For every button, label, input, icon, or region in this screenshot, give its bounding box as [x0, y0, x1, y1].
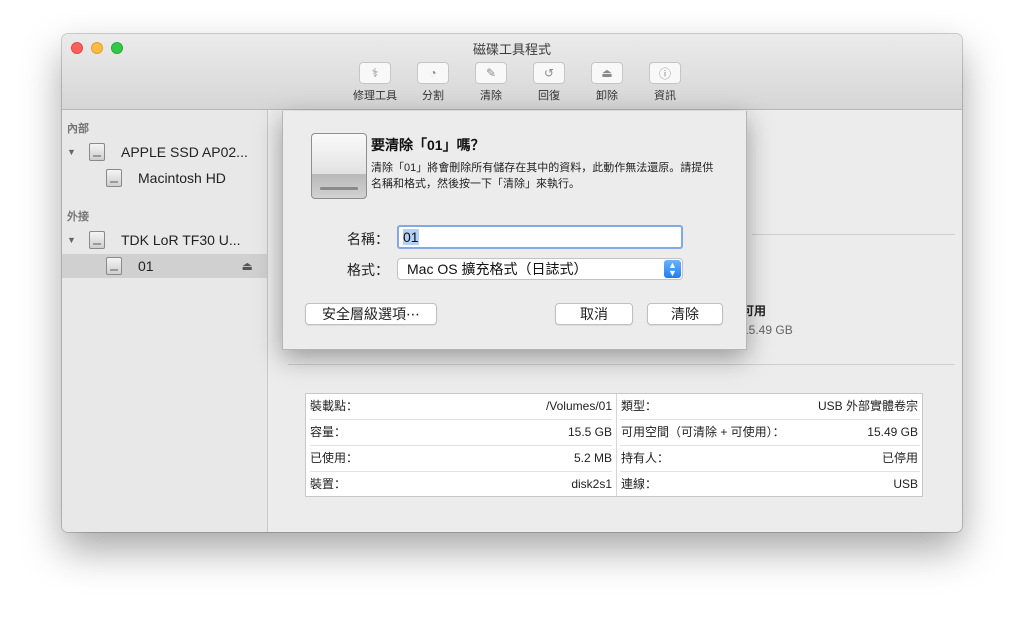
disclosure-triangle-icon[interactable]: ▼ — [67, 235, 76, 245]
info-key: 持有人： — [621, 451, 670, 465]
name-field[interactable]: 01 — [397, 225, 683, 249]
info-value: 已停用 — [881, 451, 918, 465]
info-row-used: 已使用： 5.2 MB — [306, 446, 616, 471]
sidebar-item-macintosh-hd[interactable]: Macintosh HD — [62, 166, 267, 190]
toolbar-info-label: 資訊 — [654, 90, 676, 102]
sidebar-item-label: Macintosh HD — [138, 170, 226, 186]
eject-icon[interactable]: ⏏ — [242, 259, 253, 273]
toolbar-erase-label: 清除 — [480, 90, 502, 102]
info-row-type: 類型： USB 外部實體卷宗 — [617, 394, 922, 419]
info-row-available-space: 可用空間（可清除 + 可使用）： 15.49 GB — [617, 420, 922, 445]
name-field-value: 01 — [403, 229, 419, 245]
select-arrows-icon: ▲ ▼ — [664, 260, 681, 278]
erase-icon: ✎ — [475, 62, 507, 84]
restore-icon: ↺ — [533, 62, 565, 84]
sidebar-item-label: 01 — [138, 258, 154, 274]
dialog-title: 要清除「01」嗎？ — [371, 137, 485, 153]
disclosure-triangle-icon[interactable]: ▼ — [67, 147, 76, 157]
toolbar-first-aid-button[interactable]: ⚕ 修理工具 — [346, 62, 404, 103]
name-label: 名稱： — [347, 231, 389, 247]
toolbar-unmount-button[interactable]: ⏏ 卸除 — [578, 62, 636, 103]
info-value: USB — [893, 477, 918, 491]
info-key: 容量： — [310, 425, 347, 439]
info-value: /Volumes/01 — [545, 399, 612, 413]
toolbar-restore-label: 回復 — [538, 90, 560, 102]
security-options-button[interactable]: 安全層級選項⋯ — [305, 303, 437, 325]
info-row-device: 裝置： disk2s1 — [306, 472, 616, 497]
partition-icon: ◔ — [417, 62, 449, 84]
info-value: 5.2 MB — [573, 451, 612, 465]
stethoscope-icon: ⚕ — [359, 62, 391, 84]
unmount-icon: ⏏ — [591, 62, 623, 84]
sidebar-section-external: 外接 — [67, 211, 89, 223]
toolbar-erase-button[interactable]: ✎ 清除 — [462, 62, 520, 103]
info-row-connection: 連線： USB — [617, 472, 922, 497]
dialog-message: 清除「01」將會刪除所有儲存在其中的資料，此動作無法還原。請提供名稱和格式，然後… — [371, 162, 714, 190]
cancel-button[interactable]: 取消 — [555, 303, 633, 325]
sidebar-item-label: APPLE SSD AP02... — [121, 144, 248, 160]
sidebar-item-label: TDK LoR TF30 U... — [121, 232, 241, 248]
info-key: 裝置： — [310, 477, 347, 491]
info-value: disk2s1 — [571, 477, 612, 491]
volume-icon — [106, 169, 122, 187]
info-row-owners: 持有人： 已停用 — [617, 446, 922, 471]
info-icon: ⓘ — [649, 62, 681, 84]
info-key: 裝載點： — [310, 399, 359, 413]
info-key: 已使用： — [310, 451, 359, 465]
window-title: 磁碟工具程式 — [472, 42, 551, 57]
title-bar: 磁碟工具程式 ⚕ 修理工具 ◔ 分割 ✎ 清除 ↺ 回復 ⏏ 卸除 ⓘ 資訊 — [62, 34, 962, 110]
erase-button[interactable]: 清除 — [647, 303, 723, 325]
volume-info-table: 裝載點： /Volumes/01 容量： 15.5 GB 已使用： 5.2 MB… — [305, 393, 923, 497]
toolbar-first-aid-label: 修理工具 — [353, 90, 397, 102]
info-key: 類型： — [621, 399, 658, 413]
sidebar-section-internal: 內部 — [67, 123, 89, 135]
format-select[interactable]: Mac OS 擴充格式（日誌式） ▲ ▼ — [397, 258, 683, 280]
sidebar-item-volume-01[interactable]: 01 ⏏ — [62, 254, 267, 278]
external-disk-icon — [89, 231, 105, 249]
format-select-value: Mac OS 擴充格式（日誌式） — [407, 261, 588, 277]
info-row-capacity: 容量： 15.5 GB — [306, 420, 616, 445]
sidebar-item-external-disk[interactable]: ▼ TDK LoR TF30 U... — [62, 228, 267, 252]
info-row-mount-point: 裝載點： /Volumes/01 — [306, 394, 616, 419]
toolbar-partition-button[interactable]: ◔ 分割 — [404, 62, 462, 103]
available-value: 15.49 GB — [742, 323, 793, 337]
volume-icon — [106, 257, 122, 275]
info-value: 15.5 GB — [567, 425, 612, 439]
drive-icon — [311, 133, 367, 199]
toolbar-unmount-label: 卸除 — [596, 90, 618, 102]
erase-dialog: 要清除「01」嗎？ 清除「01」將會刪除所有儲存在其中的資料，此動作無法還原。請… — [282, 111, 747, 350]
sidebar-item-internal-disk[interactable]: ▼ APPLE SSD AP02... — [62, 140, 267, 164]
toolbar-partition-label: 分割 — [422, 90, 444, 102]
info-key: 可用空間（可清除 + 可使用）： — [621, 425, 785, 439]
info-value: USB 外部實體卷宗 — [817, 399, 918, 413]
info-value: 15.49 GB — [867, 425, 918, 439]
info-key: 連線： — [621, 477, 658, 491]
toolbar-restore-button[interactable]: ↺ 回復 — [520, 62, 578, 103]
internal-disk-icon — [89, 143, 105, 161]
format-label: 格式： — [347, 262, 389, 278]
sidebar: 內部 ▼ APPLE SSD AP02... Macintosh HD 外接 ▼… — [62, 110, 268, 532]
divider — [288, 364, 955, 365]
divider — [752, 234, 955, 235]
toolbar-info-button[interactable]: ⓘ 資訊 — [636, 62, 694, 103]
